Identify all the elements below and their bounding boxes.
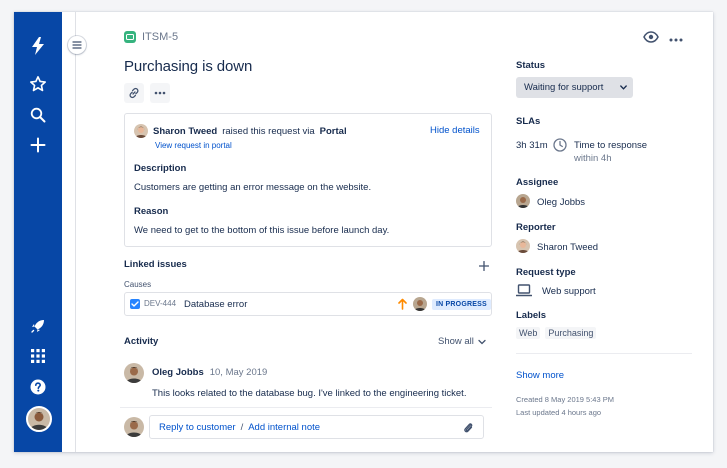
assignee-name[interactable]: Oleg Jobbs [537, 197, 585, 208]
star-icon[interactable] [26, 72, 50, 96]
activity-filter-dropdown[interactable]: Show all [438, 336, 486, 347]
details-divider [516, 353, 692, 354]
comment-composer[interactable]: Reply to customer / Add internal note [149, 415, 484, 439]
labels-heading: Labels [516, 310, 547, 321]
menu-icon [72, 41, 82, 49]
link-icon [129, 87, 139, 99]
reporter-heading: Reporter [516, 222, 556, 233]
label-tag[interactable]: Purchasing [545, 327, 597, 339]
status-value: Waiting for support [524, 82, 604, 93]
issue-key-link[interactable]: ITSM-5 [142, 31, 178, 43]
reporter-name-link[interactable]: Sharon Tweed [153, 126, 217, 137]
request-type-heading: Request type [516, 267, 576, 278]
breadcrumb: ITSM-5 [124, 31, 178, 43]
attachment-paperclip-icon[interactable] [463, 421, 473, 439]
priority-high-arrow-icon [398, 297, 407, 315]
assignee-heading: Assignee [516, 177, 559, 188]
user-avatar[interactable] [26, 406, 52, 432]
created-timestamp: Created 8 May 2019 5:43 PM [516, 395, 614, 404]
hide-details-link[interactable]: Hide details [430, 125, 480, 136]
issue-title[interactable]: Purchasing is down [124, 58, 252, 75]
comment-author-name[interactable]: Oleg Jobbs [152, 367, 204, 378]
link-relation-label: Causes [124, 280, 152, 289]
reply-to-customer-button[interactable]: Reply to customer [159, 422, 236, 433]
search-icon[interactable] [26, 103, 50, 127]
collapsed-sidebar [62, 12, 76, 452]
in-progress-lozenge: IN PROGRESS [432, 299, 491, 310]
help-icon[interactable] [26, 375, 50, 399]
more-actions-icon[interactable] [669, 32, 683, 50]
chevron-down-icon [478, 339, 486, 344]
linked-issue-key[interactable]: DEV-444 [144, 299, 176, 308]
description-text: Customers are getting an error message o… [134, 182, 372, 193]
more-dots-icon [154, 91, 166, 95]
show-more-link[interactable]: Show more [516, 370, 564, 381]
watch-eye-icon[interactable] [643, 30, 659, 49]
raised-via-text: raised this request via [222, 125, 315, 137]
linked-issues-heading: Linked issues [124, 259, 187, 270]
reporter-sidebar-name[interactable]: Sharon Tweed [537, 242, 598, 253]
reason-text: We need to get to the bottom of this iss… [134, 225, 390, 236]
add-internal-note-button[interactable]: Add internal note [248, 422, 320, 433]
link-issue-button[interactable] [124, 83, 144, 103]
linked-issue-assignee-avatar [413, 297, 427, 311]
comment-author-avatar[interactable] [124, 363, 144, 383]
issue-view-window: ITSM-5 Purchasing is down Sharon Tweed r… [14, 12, 713, 452]
sla-name: Time to response [574, 140, 648, 151]
chevron-down-icon [620, 85, 627, 90]
status-transition-dropdown[interactable]: Waiting for support [516, 77, 633, 98]
request-type-value[interactable]: Web support [542, 286, 596, 297]
updated-timestamp: Last updated 4 hours ago [516, 408, 602, 417]
composer-separator: / [240, 421, 244, 433]
task-checkbox-icon [130, 299, 140, 309]
create-plus-icon[interactable] [26, 133, 50, 157]
service-request-icon [124, 31, 136, 43]
view-request-in-portal-link[interactable]: View request in portal [155, 141, 232, 150]
linked-issue-summary[interactable]: Database error [184, 299, 247, 310]
label-tag[interactable]: Web [516, 327, 541, 339]
request-raised-line: Sharon Tweed raised this request via Por… [134, 124, 347, 138]
activity-heading: Activity [124, 336, 159, 347]
sla-remaining-time: 3h 31m [516, 140, 548, 151]
comment-date: 10, May 2019 [209, 367, 268, 378]
sidebar-toggle-button[interactable] [68, 36, 86, 54]
clock-icon [553, 138, 567, 157]
status-heading: Status [516, 60, 546, 71]
sla-target: within 4h [574, 153, 612, 164]
add-linked-issue-icon[interactable] [478, 258, 490, 276]
rocket-icon[interactable] [26, 314, 50, 338]
app-switcher-icon[interactable] [26, 344, 50, 368]
product-logo-icon[interactable] [26, 34, 50, 58]
slas-heading: SLAs [516, 116, 541, 127]
comment-divider [120, 407, 492, 408]
channel-name: Portal [319, 125, 347, 137]
comment-header: Oleg Jobbs 10, May 2019 [152, 367, 267, 378]
more-toolbar-button[interactable] [150, 83, 170, 103]
description-label: Description [134, 163, 187, 174]
reporter-avatar[interactable] [134, 124, 148, 138]
activity-filter-label: Show all [438, 336, 474, 347]
current-user-avatar [124, 417, 144, 437]
laptop-icon [515, 284, 533, 302]
comment-body: This looks related to the database bug. … [152, 388, 467, 399]
reporter-sidebar-avatar[interactable] [516, 239, 530, 253]
global-navigation [14, 12, 62, 452]
reason-label: Reason [134, 206, 169, 217]
labels-list: Web Purchasing [516, 327, 597, 339]
assignee-avatar[interactable] [516, 194, 530, 208]
